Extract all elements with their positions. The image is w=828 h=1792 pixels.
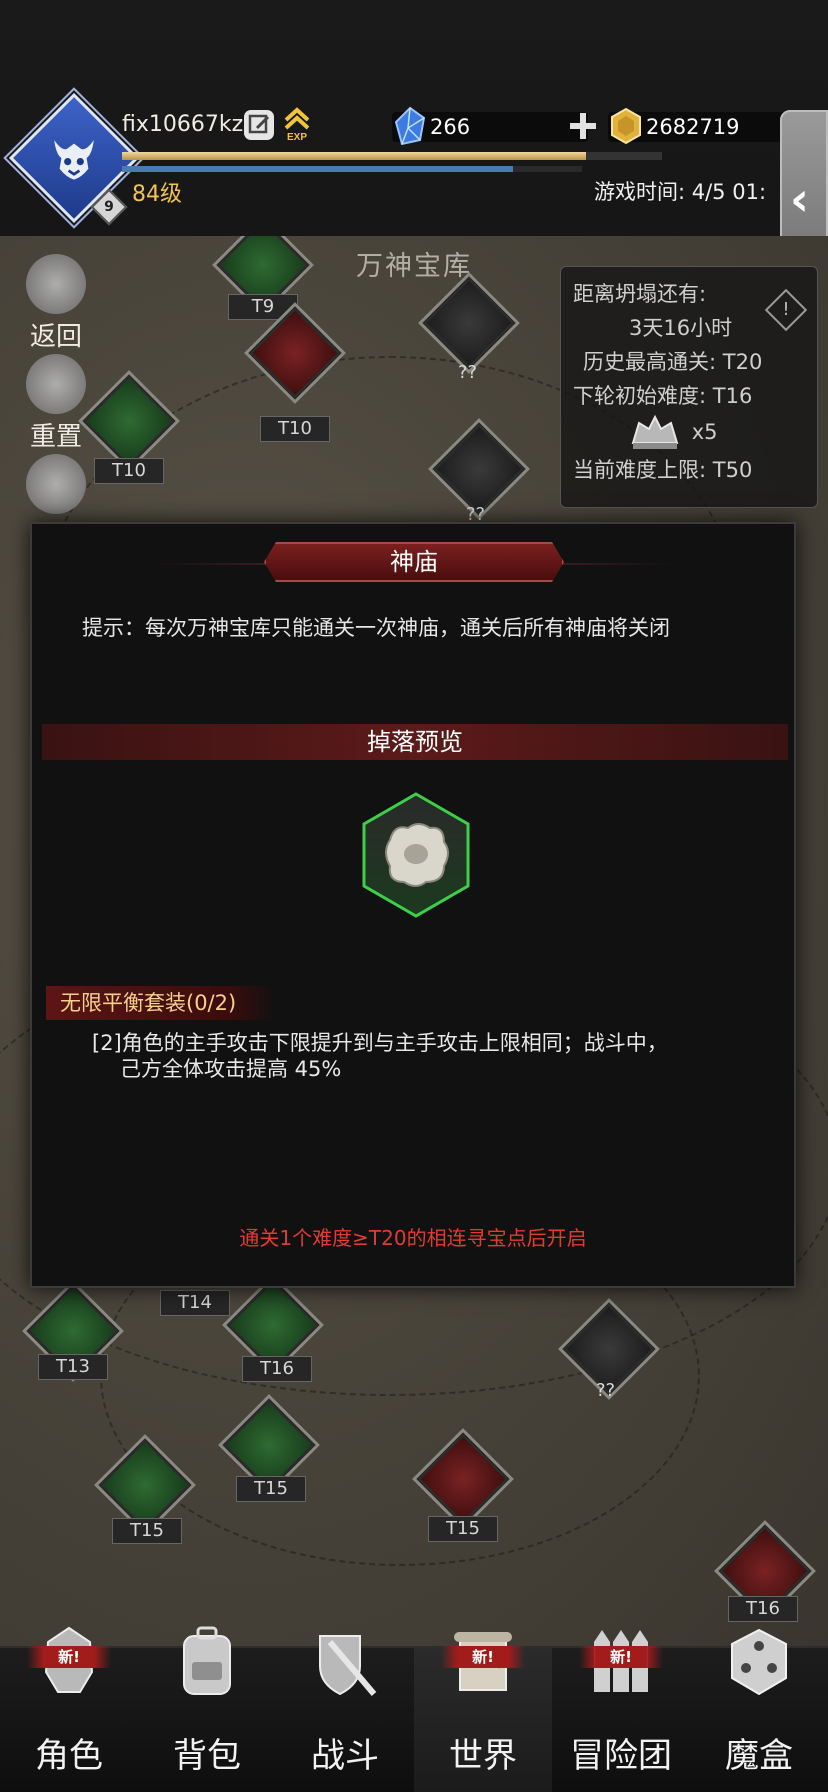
player-level: 84级	[132, 182, 182, 207]
relic-item-icon	[362, 792, 470, 918]
crystal-icon	[625, 413, 685, 453]
backpack-icon	[183, 1626, 231, 1695]
reset-button[interactable]: 重置	[16, 354, 96, 453]
best-clear: 历史最高通关: T20	[583, 350, 763, 374]
map-node[interactable]	[422, 276, 516, 370]
nav-magic-box[interactable]: 魔盒	[690, 1628, 828, 1792]
node-label: T16	[242, 1356, 312, 1382]
username: fix10667kz	[122, 112, 244, 137]
top-status-bar: 9 fix10667kz EXP 84级 266 2682719 游戏时间: 4…	[0, 0, 828, 300]
back-arrow-icon	[26, 254, 86, 314]
bottom-navigation: 新! 角色 背包 战斗 新! 世界 新! 冒险团 魔盒	[0, 1626, 828, 1792]
nav-battle[interactable]: 战斗	[276, 1635, 414, 1792]
nav-character[interactable]: 新! 角色	[0, 1626, 138, 1792]
nav-adventure-team[interactable]: 新! 冒险团	[552, 1630, 690, 1792]
crystal-reward: x5	[573, 413, 805, 453]
vault-info-panel: ! 距离坍塌还有: 3天16小时 历史最高通关: T20 下轮初始难度: T16…	[560, 266, 818, 508]
nav-label: 世界	[449, 1736, 517, 1776]
gold-amount: 2682719	[646, 115, 740, 139]
exp-progress-bar	[122, 152, 662, 160]
drop-preview-header: 掉落预览	[42, 724, 788, 760]
set-name-tag: 无限平衡套装(0/2)	[46, 986, 276, 1020]
demon-crest-icon	[47, 131, 101, 185]
node-label: T10	[260, 416, 330, 442]
node-label: T13	[38, 1354, 108, 1380]
gem-amount: 266	[430, 115, 471, 139]
blue-gem-icon	[394, 106, 426, 146]
gold-counter[interactable]: 2682719	[608, 107, 788, 145]
node-label: ??	[596, 1380, 616, 1401]
nav-label: 角色	[35, 1736, 103, 1776]
nav-label: 冒险团	[570, 1736, 672, 1776]
svg-text:EXP: EXP	[287, 132, 307, 142]
nav-label: 背包	[173, 1736, 241, 1776]
dialog-title: 神庙	[264, 542, 564, 582]
temple-tip: 提示：每次万神宝库只能通关一次神庙，通关后所有神庙将关闭	[82, 616, 670, 640]
node-label: T10	[94, 458, 164, 484]
node-label: T14	[160, 1290, 230, 1316]
gem-counter[interactable]: 266	[392, 106, 588, 146]
shield-sword-icon	[319, 1635, 377, 1696]
node-label: T15	[112, 1518, 182, 1544]
node-label: T15	[236, 1476, 306, 1502]
drop-item-slot[interactable]	[360, 790, 472, 920]
nav-world[interactable]: 新! 世界	[414, 1632, 552, 1792]
nav-backpack[interactable]: 背包	[138, 1626, 276, 1792]
back-label: 返回	[29, 322, 82, 352]
game-time: 游戏时间: 4/5 01:	[594, 180, 767, 204]
node-label: ??	[458, 362, 478, 383]
unlock-condition: 通关1个难度≥T20的相连寻宝点后开启	[239, 1226, 587, 1250]
chevron-left-icon: ‹	[790, 172, 809, 226]
skull-icon	[26, 454, 86, 514]
edit-name-icon[interactable]	[244, 110, 274, 140]
new-badge: 新!	[441, 1646, 525, 1668]
new-badge: 新!	[579, 1646, 663, 1668]
temple-dialog: 神庙 提示：每次万神宝库只能通关一次神庙，通关后所有神庙将关闭 掉落预览 无限平…	[30, 522, 796, 1288]
nav-label: 战斗	[311, 1736, 379, 1776]
node-label: T15	[428, 1516, 498, 1542]
set-effect-line2: 己方全体攻击提高 45%	[120, 1057, 342, 1081]
new-badge: 新!	[27, 1646, 111, 1668]
exp-boost-icon[interactable]: EXP	[282, 106, 312, 143]
node-label: T16	[728, 1596, 798, 1622]
cube-box-icon	[731, 1628, 787, 1696]
set-effect-line1: [2]角色的主手攻击下限提升到与主手攻击上限相同；战斗中，	[92, 1031, 668, 1055]
secondary-progress-bar	[122, 166, 582, 172]
nav-label: 魔盒	[725, 1736, 793, 1776]
dialog-header: 神庙	[32, 542, 794, 586]
difficulty-cap: 当前难度上限: T50	[573, 458, 753, 482]
plus-icon[interactable]	[570, 113, 596, 139]
gold-coin-icon	[611, 107, 641, 145]
next-round-difficulty: 下轮初始难度: T16	[573, 384, 753, 408]
reset-icon	[26, 354, 86, 414]
crystal-count: x5	[691, 420, 718, 444]
set-effect-text: [2]角色的主手攻击下限提升到与主手攻击上限相同；战斗中， 己方全体攻击提高 4…	[92, 1030, 752, 1082]
back-button[interactable]: 返回	[16, 254, 96, 353]
